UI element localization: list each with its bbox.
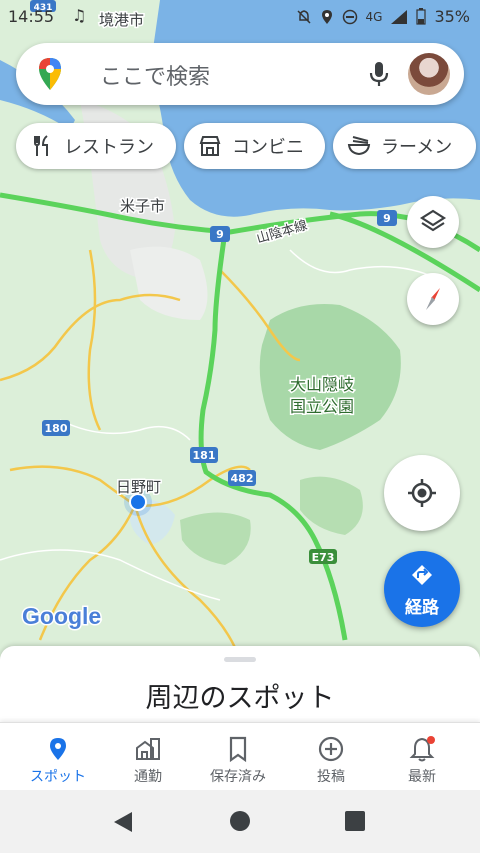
signal-icon: [391, 9, 408, 24]
chip-convenience-store[interactable]: コンビニ: [184, 123, 325, 169]
nav-updates-label: 最新: [408, 769, 436, 785]
google-logo: Google: [22, 603, 101, 629]
location-icon: [321, 9, 332, 24]
nav-updates[interactable]: 最新: [374, 723, 470, 791]
nav-explore-label: スポット: [30, 769, 86, 785]
bell-off-icon: [296, 9, 311, 24]
directions-button[interactable]: 経路: [384, 551, 460, 627]
sheet-title: 周辺のスポット: [145, 683, 335, 714]
add-circle-icon: [318, 736, 344, 762]
commute-icon: [136, 738, 160, 760]
ramen-icon: [347, 136, 371, 156]
chip-restaurant-label: レストラン: [64, 137, 154, 158]
recents-icon[interactable]: [345, 811, 365, 831]
status-icons: 4G 35%: [296, 7, 470, 26]
bell-icon: [409, 736, 435, 762]
label-daisen-park-1: 大山隠岐: [290, 375, 354, 394]
google-maps-pin-icon: [39, 58, 61, 90]
account-avatar[interactable]: [408, 53, 450, 95]
chip-ramen[interactable]: ラーメン: [333, 123, 476, 169]
chip-restaurant[interactable]: レストラン: [16, 123, 176, 169]
music-note-icon: ♫: [72, 6, 87, 25]
bottom-navigation: スポット 通勤 保存済み 投稿 最新: [0, 722, 480, 791]
status-bar: 14:55 ♫ 4G 35%: [0, 0, 480, 34]
home-icon[interactable]: [229, 810, 251, 832]
directions-icon: [412, 565, 432, 585]
layers-icon: [419, 209, 447, 232]
my-location-button[interactable]: [384, 455, 460, 531]
route-shield-e73: E73: [312, 551, 335, 564]
compass-button[interactable]: [407, 273, 459, 325]
route-shield-9-right: 9: [383, 212, 391, 225]
restaurant-icon: [34, 135, 48, 156]
nav-saved-label: 保存済み: [210, 769, 266, 785]
nav-commute-label: 通勤: [134, 769, 162, 785]
place-pin-icon: [50, 738, 66, 760]
layers-button[interactable]: [407, 196, 459, 248]
route-shield-482: 482: [231, 472, 254, 485]
nav-contribute-label: 投稿: [317, 769, 345, 785]
chip-convenience-store-label: コンビニ: [232, 137, 304, 158]
bookmark-icon: [229, 736, 247, 763]
search-bar[interactable]: ここで検索: [16, 43, 464, 105]
label-hino: 日野町: [116, 478, 161, 496]
status-time: 14:55: [8, 7, 55, 26]
sheet-drag-handle[interactable]: [224, 657, 256, 662]
compass-icon: [426, 288, 440, 310]
system-navigation-bar: [0, 790, 480, 853]
nav-saved[interactable]: 保存済み: [190, 723, 286, 791]
battery-level: 35%: [434, 7, 470, 26]
dnd-icon: [342, 9, 357, 24]
route-shield-180: 180: [45, 422, 68, 435]
directions-label: 経路: [405, 598, 439, 618]
label-daisen-park-2: 国立公園: [290, 397, 354, 416]
search-input[interactable]: ここで検索: [100, 59, 210, 91]
route-shield-9-left: 9: [216, 228, 224, 241]
back-icon[interactable]: [112, 810, 134, 834]
my-location-icon: [408, 479, 436, 507]
chip-ramen-label: ラーメン: [381, 137, 453, 158]
nav-explore[interactable]: スポット: [10, 723, 106, 791]
explore-sheet[interactable]: 周辺のスポット: [0, 646, 480, 726]
network-label: 4G: [365, 9, 383, 24]
nav-contribute[interactable]: 投稿: [283, 723, 379, 791]
label-yonago: 米子市: [120, 197, 165, 215]
microphone-icon[interactable]: [368, 60, 390, 88]
route-shield-181: 181: [193, 449, 216, 462]
battery-icon: [416, 8, 427, 25]
nav-commute[interactable]: 通勤: [100, 723, 196, 791]
convenience-store-icon: [199, 136, 221, 156]
